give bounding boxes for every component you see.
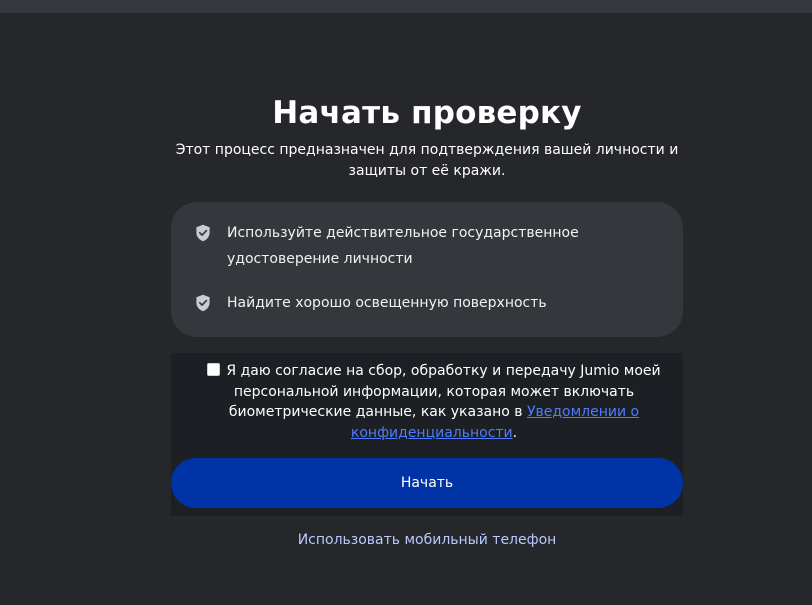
tip-item-id: Используйте действительное государственн… xyxy=(195,220,663,272)
use-mobile-phone-link[interactable]: Использовать мобильный телефон xyxy=(171,532,683,548)
browser-top-bar xyxy=(0,0,812,13)
consent-block: Я даю согласие на сбор, обработку и пере… xyxy=(199,361,669,443)
tip-text: Используйте действительное государственн… xyxy=(227,225,579,267)
shield-check-icon xyxy=(196,224,210,242)
page-subtitle: Этот процесс предназначен для подтвержде… xyxy=(175,142,679,179)
shield-check-icon xyxy=(196,294,210,312)
consent-panel: Я даю согласие на сбор, обработку и пере… xyxy=(171,353,683,516)
consent-text-end: . xyxy=(512,424,518,441)
start-button[interactable]: Начать xyxy=(171,458,683,508)
page-title: Начать проверку xyxy=(272,95,582,131)
tips-card: Используйте действительное государственн… xyxy=(171,202,683,337)
tip-text: Найдите хорошо освещенную поверхность xyxy=(227,295,547,311)
consent-checkbox[interactable] xyxy=(207,363,221,376)
tip-item-lighting: Найдите хорошо освещенную поверхность xyxy=(195,290,663,316)
